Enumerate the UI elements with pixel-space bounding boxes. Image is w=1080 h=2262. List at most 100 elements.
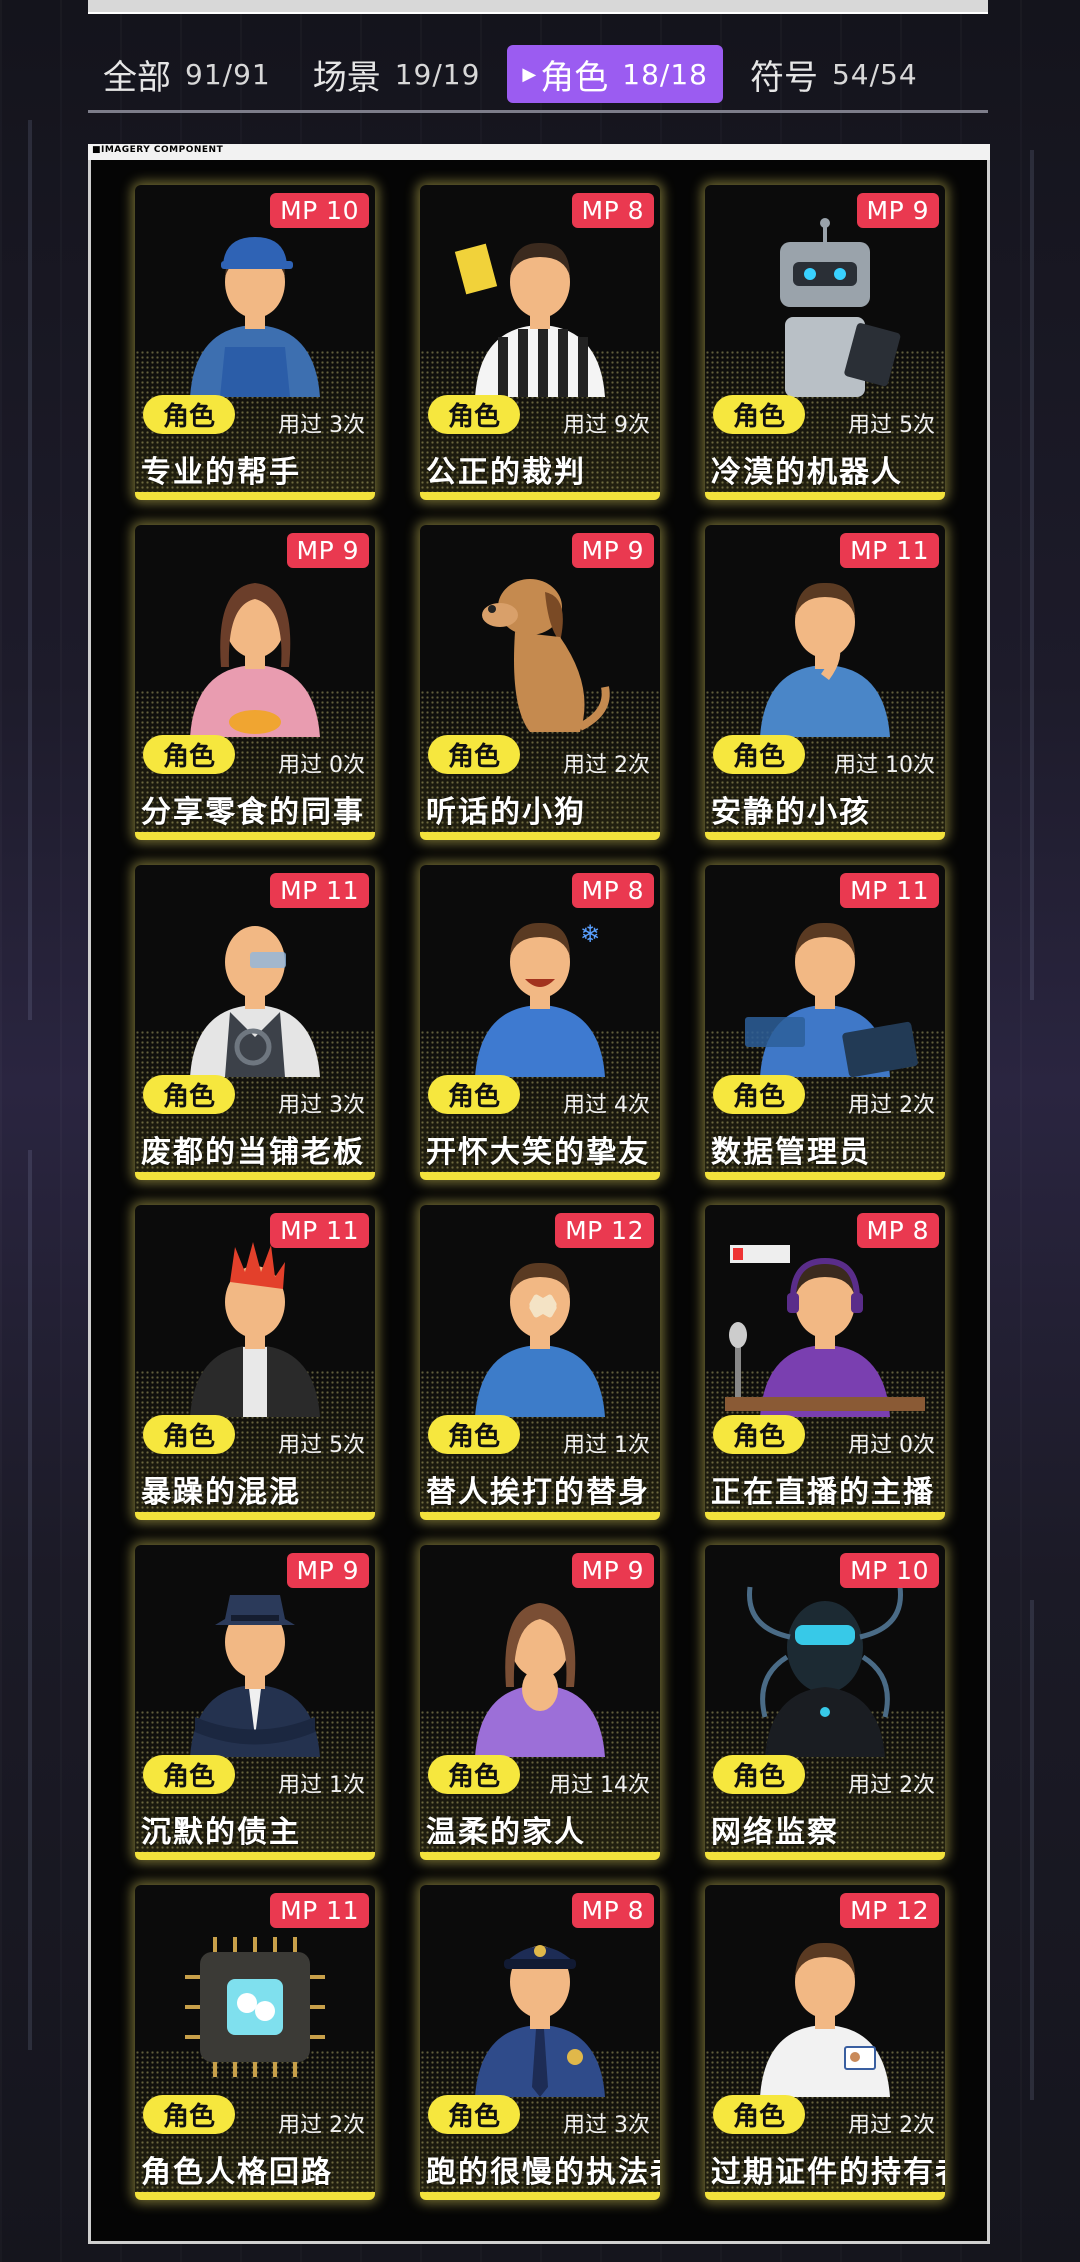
mp-cost-badge: MP 9 — [571, 533, 654, 568]
type-tag: 角色 — [143, 1075, 236, 1114]
role-card[interactable]: MP 12 角色 用过 1次 替人挨打的替身 — [420, 1205, 660, 1520]
usage-count: 用过 1次 — [278, 1773, 365, 1798]
cyber-police-icon — [705, 1567, 945, 1757]
mp-cost-badge: MP 11 — [270, 1213, 369, 1248]
usage-count: 用过 2次 — [563, 753, 650, 778]
type-tag: 角色 — [428, 1075, 521, 1114]
role-card[interactable]: MP 8 角色 用过 0次 正在直播的主播 — [705, 1205, 945, 1520]
type-tag: 角色 — [428, 2095, 521, 2134]
caret-right-icon: ▶ — [522, 63, 537, 85]
role-card[interactable]: MP 9 角色 用过 1次 沉默的债主 — [135, 1545, 375, 1860]
svg-text:❄: ❄ — [580, 920, 600, 948]
laughing-friend-icon: ❄ — [420, 887, 660, 1077]
card-bottom-bar — [420, 492, 660, 500]
card-bottom-bar — [135, 2192, 375, 2200]
role-card[interactable]: MP 11 角色 用过 2次 数据管理员 — [705, 865, 945, 1180]
role-card[interactable]: MP 9 角色 用过 0次 分享零食的同事 — [135, 525, 375, 840]
tab-role[interactable]: ▶ 角色 18/18 — [507, 45, 723, 103]
role-card[interactable]: MP 9 角色 用过 5次 冷漠的机器人 — [705, 185, 945, 500]
role-card[interactable]: MP 10 角色 用过 2次 网络监察 — [705, 1545, 945, 1860]
card-bottom-bar — [420, 2192, 660, 2200]
type-tag: 角色 — [143, 2095, 236, 2134]
family-icon — [420, 1567, 660, 1757]
tab-label: 全部 — [103, 57, 171, 98]
card-name: 过期证件的持有者 — [711, 2155, 945, 2190]
card-name: 废都的当铺老板 — [141, 1135, 365, 1170]
background-line — [28, 1150, 32, 2050]
panel-title: ■IMAGERY COMPONENT — [92, 145, 224, 155]
card-name: 冷漠的机器人 — [711, 455, 903, 490]
type-tag: 角色 — [143, 735, 236, 774]
role-card[interactable]: MP 11 角色 用过 3次 废都的当铺老板 — [135, 865, 375, 1180]
role-card[interactable]: MP 8 角色 用过 9次 公正的裁判 — [420, 185, 660, 500]
card-name: 网络监察 — [711, 1815, 839, 1850]
card-bottom-bar — [420, 1512, 660, 1520]
role-card[interactable]: MP 11 角色 用过 2次 角色人格回路 — [135, 1885, 375, 2200]
usage-count: 用过 0次 — [278, 753, 365, 778]
mp-cost-badge: MP 9 — [571, 1553, 654, 1588]
usage-count: 用过 5次 — [278, 1433, 365, 1458]
type-tag: 角色 — [713, 1755, 806, 1794]
mp-cost-badge: MP 8 — [571, 873, 654, 908]
card-bottom-bar — [135, 492, 375, 500]
type-tag: 角色 — [713, 2095, 806, 2134]
card-name: 公正的裁判 — [426, 455, 586, 490]
tab-scene[interactable]: 场景 19/19 — [298, 45, 496, 103]
role-card[interactable]: MP 9 角色 用过 2次 听话的小狗 — [420, 525, 660, 840]
background-line — [28, 120, 32, 1020]
card-bottom-bar — [420, 832, 660, 840]
type-tag: 角色 — [143, 1755, 236, 1794]
type-tag: 角色 — [713, 1415, 806, 1454]
role-card[interactable]: MP 11 角色 用过 5次 暴躁的混混 — [135, 1205, 375, 1520]
role-card[interactable]: ❄ MP 8 角色 用过 4次 开怀大笑的挚友 — [420, 865, 660, 1180]
role-card[interactable]: MP 10 角色 用过 3次 专业的帮手 — [135, 185, 375, 500]
referee-icon — [420, 207, 660, 397]
tab-all[interactable]: 全部 91/91 — [88, 45, 286, 103]
mp-cost-badge: MP 8 — [571, 193, 654, 228]
data-admin-icon — [705, 887, 945, 1077]
creditor-icon — [135, 1567, 375, 1757]
mp-cost-badge: MP 12 — [840, 1893, 939, 1928]
robot-icon — [705, 207, 945, 397]
mp-cost-badge: MP 11 — [840, 873, 939, 908]
mp-cost-badge: MP 10 — [840, 1553, 939, 1588]
police-icon — [420, 1907, 660, 2097]
role-card[interactable]: MP 11 角色 用过 10次 安静的小孩 — [705, 525, 945, 840]
card-bottom-bar — [705, 832, 945, 840]
role-card[interactable]: MP 9 角色 用过 14次 温柔的家人 — [420, 1545, 660, 1860]
card-bottom-bar — [705, 1512, 945, 1520]
card-name: 沉默的债主 — [141, 1815, 301, 1850]
role-card[interactable]: MP 8 角色 用过 3次 跑的很慢的执法者 — [420, 1885, 660, 2200]
mp-cost-badge: MP 9 — [286, 1553, 369, 1588]
panel-header — [88, 144, 990, 160]
card-name: 数据管理员 — [711, 1135, 871, 1170]
punk-icon — [135, 1227, 375, 1417]
card-name: 暴躁的混混 — [141, 1475, 301, 1510]
usage-count: 用过 0次 — [848, 1433, 935, 1458]
worker-icon — [135, 207, 375, 397]
card-bottom-bar — [705, 492, 945, 500]
type-tag: 角色 — [143, 395, 236, 434]
id-holder-icon — [705, 1907, 945, 2097]
card-name: 安静的小孩 — [711, 795, 871, 830]
usage-count: 用过 4次 — [563, 1093, 650, 1118]
usage-count: 用过 9次 — [563, 413, 650, 438]
child-icon — [705, 547, 945, 737]
role-card[interactable]: MP 12 角色 用过 2次 过期证件的持有者 — [705, 1885, 945, 2200]
streamer-icon — [705, 1227, 945, 1417]
tab-count: 18/18 — [622, 57, 708, 91]
card-bottom-bar — [420, 1852, 660, 1860]
mp-cost-badge: MP 11 — [840, 533, 939, 568]
tab-label: 角色 — [540, 57, 609, 98]
usage-count: 用过 3次 — [278, 1093, 365, 1118]
usage-count: 用过 1次 — [563, 1433, 650, 1458]
usage-count: 用过 3次 — [563, 2113, 650, 2138]
card-bottom-bar — [420, 1172, 660, 1180]
tab-symbol[interactable]: 符号 54/54 — [735, 45, 933, 103]
card-name: 角色人格回路 — [141, 2155, 333, 2190]
usage-count: 用过 2次 — [278, 2113, 365, 2138]
mp-cost-badge: MP 10 — [270, 193, 369, 228]
mp-cost-badge: MP 11 — [270, 1893, 369, 1928]
mp-cost-badge: MP 8 — [856, 1213, 939, 1248]
type-tag: 角色 — [428, 735, 521, 774]
